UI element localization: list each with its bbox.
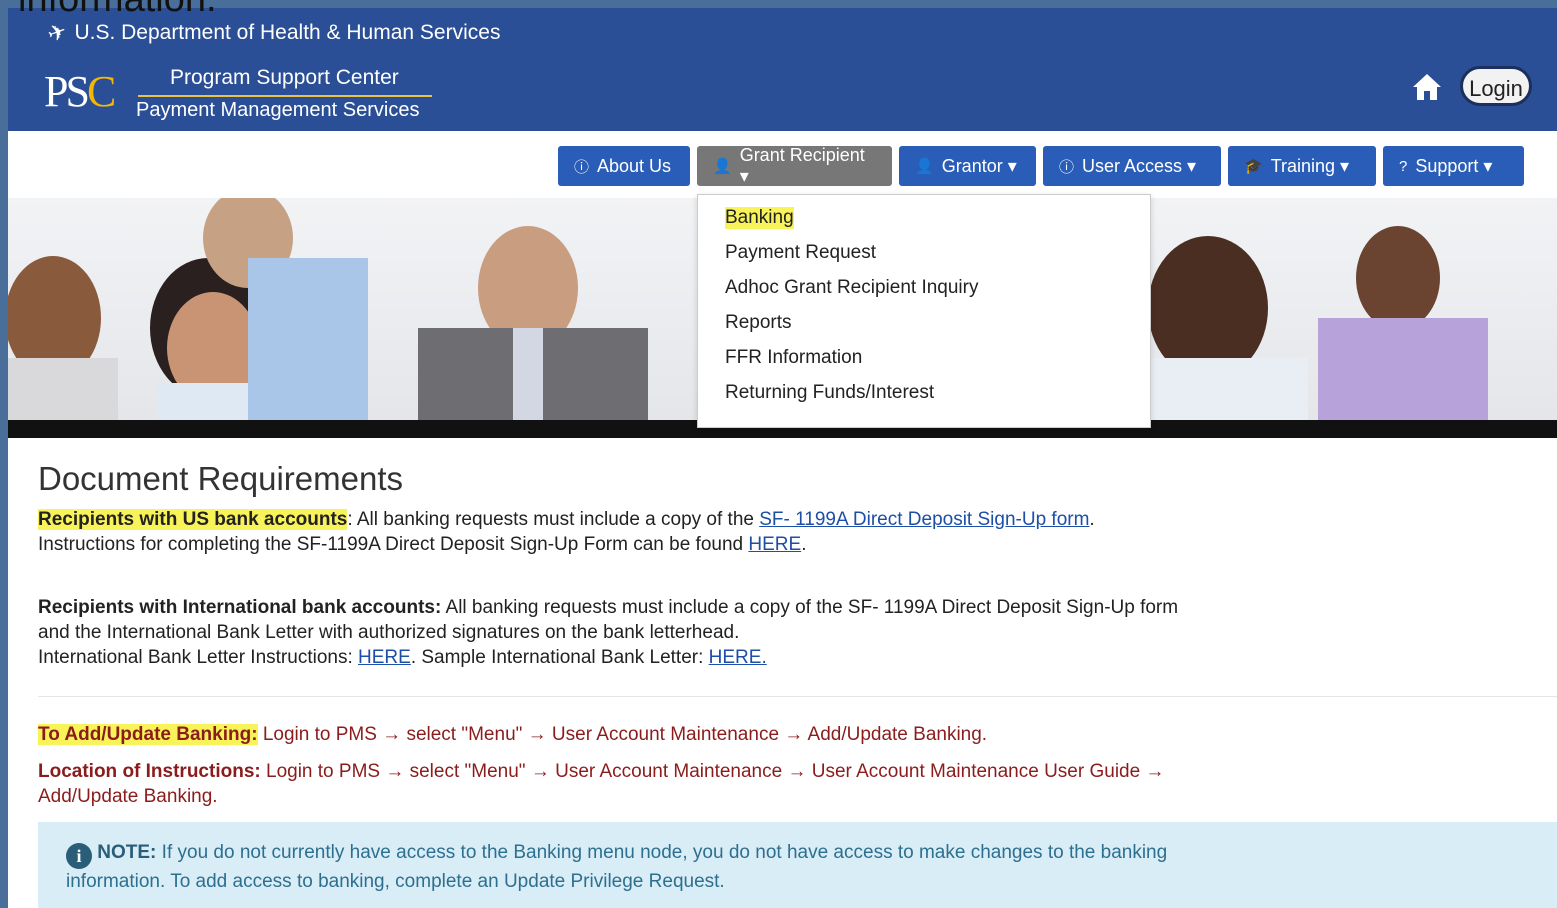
home-icon[interactable] (1410, 70, 1444, 104)
nav-grant-recipient[interactable]: 👤 Grant Recipient ▾ (697, 145, 892, 186)
menu-item-returning-funds[interactable]: Returning Funds/Interest (725, 382, 934, 404)
question-icon: ? (1399, 157, 1408, 175)
brand-divider (138, 95, 432, 97)
menu-item-ffr-information[interactable]: FFR Information (725, 347, 862, 369)
nav-about-us[interactable]: ⓘ About Us (558, 146, 690, 186)
slide-caption: information. (18, 0, 217, 21)
intl-accounts-paragraph: Recipients with International bank accou… (38, 597, 1179, 618)
add-update-banking-line: To Add/Update Banking: Login to PMS → se… (38, 724, 988, 745)
menu-item-banking[interactable]: Banking (725, 207, 794, 229)
section-divider (38, 696, 1557, 697)
user-icon: 👤 (713, 158, 732, 175)
nav-user-access[interactable]: ⓘ User Access ▾ (1043, 146, 1221, 186)
us-accounts-paragraph: Recipients with US bank accounts: All ba… (38, 509, 1095, 530)
nav-grantor[interactable]: 👤 Grantor ▾ (899, 146, 1036, 186)
grant-recipient-dropdown: Banking Payment Request Adhoc Grant Reci… (697, 194, 1151, 428)
psc-logo[interactable]: PSC (44, 66, 116, 117)
location-line2: Add/Update Banking. (38, 786, 218, 807)
intl-sample-here-link[interactable]: HERE. (709, 647, 767, 668)
menu-item-payment-request[interactable]: Payment Request (725, 242, 876, 264)
intl-instructions-here-link[interactable]: HERE (358, 647, 411, 668)
brand-program-support: Program Support Center (170, 66, 399, 89)
site-header: ✈ U.S. Department of Health & Human Serv… (8, 8, 1557, 131)
info-icon: ⓘ (574, 158, 590, 176)
location-of-instructions-line: Location of Instructions: Login to PMS →… (38, 761, 1165, 782)
info-icon: ⓘ (1059, 158, 1075, 176)
us-instructions-line: Instructions for completing the SF-1199A… (38, 534, 807, 555)
browser-frame: ✈ U.S. Department of Health & Human Serv… (8, 8, 1557, 908)
intl-line3: International Bank Letter Instructions: … (38, 647, 767, 668)
nav-training[interactable]: 🎓 Training ▾ (1228, 146, 1376, 186)
user-icon: 👤 (915, 158, 934, 175)
hhs-agency[interactable]: ✈ U.S. Department of Health & Human Serv… (44, 18, 501, 48)
menu-item-reports[interactable]: Reports (725, 312, 792, 334)
page-title: Document Requirements (38, 460, 403, 497)
graduation-cap-icon: 🎓 (1244, 158, 1263, 175)
sf1199a-form-link[interactable]: SF- 1199A Direct Deposit Sign-Up form (759, 509, 1089, 530)
us-instructions-here-link[interactable]: HERE (748, 534, 801, 555)
banking-access-note: i NOTE: If you do not currently have acc… (38, 822, 1557, 908)
hhs-eagle-icon: ✈ (44, 17, 70, 48)
nav-support[interactable]: ? Support ▾ (1383, 146, 1524, 186)
menu-item-adhoc-inquiry[interactable]: Adhoc Grant Recipient Inquiry (725, 277, 978, 299)
login-button[interactable]: Login (1460, 66, 1532, 106)
brand-payment-management: Payment Management Services (136, 99, 420, 121)
intl-line2: and the International Bank Letter with a… (38, 622, 740, 643)
agency-name: U.S. Department of Health & Human Servic… (74, 21, 501, 44)
info-circle-icon: i (66, 843, 92, 869)
